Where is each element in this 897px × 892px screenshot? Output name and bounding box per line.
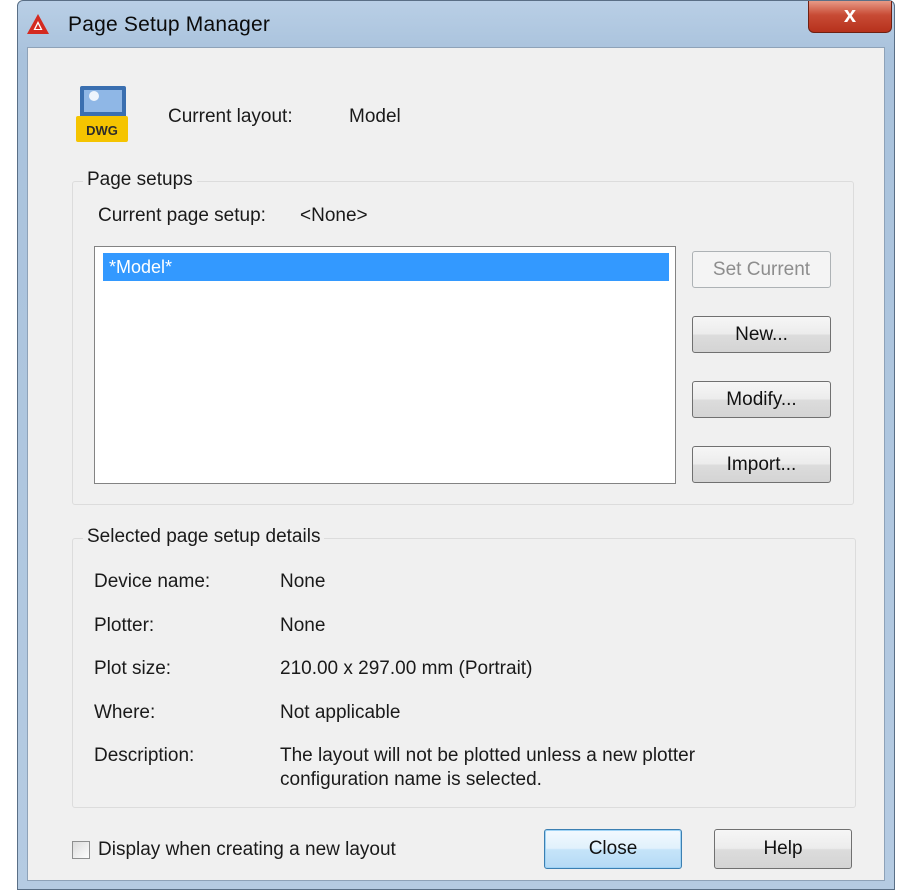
current-layout-label: Current layout: (168, 106, 293, 127)
description-line-1: The layout will not be plotted unless a … (280, 745, 696, 766)
display-on-create-label[interactable]: Display when creating a new layout (98, 839, 396, 861)
current-page-setup-label: Current page setup: (98, 205, 266, 226)
display-on-create-checkbox[interactable] (72, 841, 90, 859)
current-layout-value: Model (349, 106, 401, 127)
autocad-logo-icon (27, 14, 49, 34)
page-setups-list[interactable]: *Model* (94, 246, 676, 484)
window-title: Page Setup Manager (68, 13, 271, 36)
list-item-model[interactable]: *Model* (103, 253, 669, 281)
title-bar[interactable]: Page Setup Manager x (18, 1, 894, 47)
help-button[interactable]: Help (714, 829, 852, 869)
description-line-2: configuration name is selected. (280, 769, 542, 790)
dialog-body: DWG Current layout: Model Page setups Cu… (27, 47, 885, 881)
page-setups-group-title: Page setups (83, 169, 197, 191)
plotter-label: Plotter: (94, 615, 155, 636)
details-group-title: Selected page setup details (83, 526, 325, 548)
new-button[interactable]: New... (692, 316, 831, 353)
plotter-value: None (280, 615, 326, 636)
where-label: Where: (94, 702, 156, 723)
set-current-button[interactable]: Set Current (692, 251, 831, 288)
device-name-value: None (280, 571, 326, 592)
page-setup-manager-window: Page Setup Manager x DWG Current layout:… (17, 0, 895, 890)
device-name-label: Device name: (94, 571, 211, 592)
where-value: Not applicable (280, 702, 401, 723)
modify-button[interactable]: Modify... (692, 381, 831, 418)
close-button[interactable]: Close (544, 829, 682, 869)
plot-size-value: 210.00 x 297.00 mm (Portrait) (280, 658, 533, 679)
close-icon[interactable]: x (808, 1, 892, 33)
import-button[interactable]: Import... (692, 446, 831, 483)
current-page-setup-value: <None> (300, 205, 368, 226)
dwg-file-label: DWG (86, 123, 118, 138)
plot-size-label: Plot size: (94, 658, 172, 679)
description-label: Description: (94, 745, 195, 766)
dwg-file-icon: DWG (76, 86, 128, 142)
